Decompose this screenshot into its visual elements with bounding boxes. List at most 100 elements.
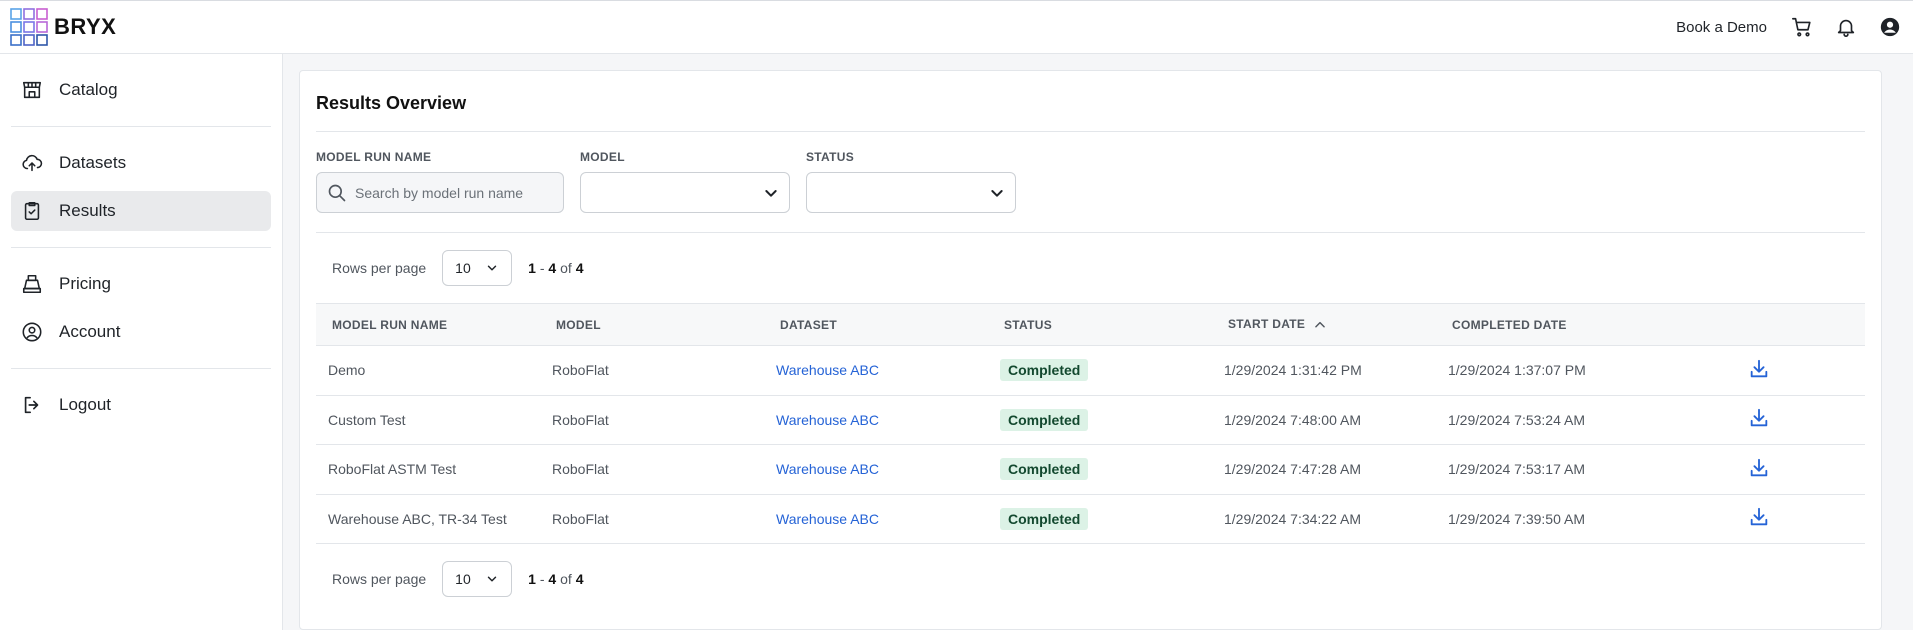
brand[interactable]: BRYX: [10, 8, 116, 46]
status-badge: Completed: [1000, 359, 1089, 382]
column-header-status[interactable]: STATUS: [988, 304, 1212, 346]
search-icon: [328, 184, 346, 201]
filter-model: MODEL: [580, 150, 790, 232]
status-badge: Completed: [1000, 507, 1089, 530]
cell-model: RoboFlat: [552, 461, 609, 478]
top-header: BRYX Book a Demo: [0, 0, 1913, 54]
table-header-row: MODEL RUN NAME MODEL DATASET STATUS STAR…: [316, 303, 1865, 346]
cell-model: RoboFlat: [552, 411, 609, 428]
dataset-link[interactable]: Warehouse ABC: [764, 445, 988, 495]
search-box[interactable]: [316, 172, 564, 213]
sidebar-divider: [11, 247, 271, 248]
filter-model-run-name: MODEL RUN NAME: [316, 150, 564, 232]
bryx-logo-icon: [10, 8, 48, 46]
filter-label: MODEL: [580, 150, 625, 164]
user-circle-icon: [22, 322, 42, 342]
cash-register-icon: [22, 274, 42, 294]
sidebar-item-pricing[interactable]: Pricing: [11, 264, 271, 304]
download-icon: [1750, 458, 1768, 476]
download-icon: [1750, 508, 1768, 526]
filter-label: MODEL RUN NAME: [316, 150, 432, 164]
download-button[interactable]: [1748, 407, 1770, 429]
filter-status: STATUS: [806, 150, 1016, 232]
column-header-model[interactable]: MODEL: [540, 304, 764, 346]
sidebar-item-catalog[interactable]: Catalog: [11, 70, 271, 110]
dataset-link[interactable]: Warehouse ABC: [764, 395, 988, 445]
brand-name: BRYX: [54, 14, 117, 39]
rows-per-page-select[interactable]: 10: [442, 250, 513, 286]
download-button[interactable]: [1748, 506, 1770, 528]
cell-status: Completed: [988, 395, 1212, 445]
cell-start-date: 1/29/2024 7:48:00 AM: [1224, 411, 1361, 428]
cell-model: RoboFlat: [552, 362, 609, 379]
book-demo-link[interactable]: Book a Demo: [1676, 19, 1767, 36]
filter-bar: MODEL RUN NAME MODEL STATUS: [316, 132, 1865, 232]
download-icon: [1750, 409, 1768, 427]
rows-per-page-value: 10: [455, 571, 471, 587]
range-sep: -: [539, 260, 545, 276]
pagination-bottom: Rows per page 10 1 - 4 of 4: [316, 544, 1865, 614]
sidebar-item-label: Results: [59, 201, 116, 220]
page-title: Results Overview: [316, 93, 467, 113]
column-header-model-run-name[interactable]: MODEL RUN NAME: [316, 304, 540, 346]
range-sep: -: [539, 571, 545, 587]
table-row: Warehouse ABC, TR-34 Test RoboFlat Wareh…: [316, 494, 1865, 544]
user-circle-icon[interactable]: [1879, 16, 1901, 38]
cell-model-run-name: Custom Test: [328, 411, 406, 428]
results-table: MODEL RUN NAME MODEL DATASET STATUS STAR…: [316, 303, 1865, 544]
cell-actions: [1736, 395, 1865, 445]
cell-completed-date: 1/29/2024 7:53:24 AM: [1448, 411, 1585, 428]
results-card: Results Overview MODEL RUN NAME MODEL ST…: [299, 70, 1882, 630]
logout-icon: [24, 396, 39, 414]
download-button[interactable]: [1748, 358, 1770, 380]
dataset-link[interactable]: Warehouse ABC: [764, 346, 988, 396]
sidebar-divider: [11, 126, 271, 127]
search-input[interactable]: [355, 184, 553, 201]
cart-icon[interactable]: [1791, 16, 1813, 38]
page-range: 1 - 4 of 4: [528, 571, 583, 587]
range-of: of: [560, 571, 572, 587]
sidebar-item-logout[interactable]: Logout: [11, 385, 271, 425]
cell-start-date: 1/29/2024 1:31:42 PM: [1224, 362, 1362, 379]
status-select[interactable]: [806, 172, 1016, 213]
model-select[interactable]: [580, 172, 790, 213]
chevron-down-icon: [487, 265, 497, 271]
sidebar-item-label: Logout: [59, 395, 111, 414]
sidebar-item-label: Catalog: [59, 80, 118, 99]
cell-completed-date: 1/29/2024 1:37:07 PM: [1448, 362, 1586, 379]
cell-actions: [1736, 494, 1865, 544]
range-end: 4: [548, 571, 557, 587]
cell-model-run-name: Warehouse ABC, TR-34 Test: [328, 510, 507, 527]
sidebar-item-account[interactable]: Account: [11, 312, 271, 352]
cloud-upload-icon: [22, 154, 43, 172]
column-header-completed-date[interactable]: COMPLETED DATE: [1436, 304, 1736, 346]
cell-completed-date: 1/29/2024 7:53:17 AM: [1448, 461, 1585, 478]
sort-ascending-icon[interactable]: [1313, 318, 1327, 332]
range-total: 4: [575, 260, 584, 276]
page-range: 1 - 4 of 4: [528, 260, 583, 276]
cell-start-date: 1/29/2024 7:47:28 AM: [1224, 461, 1361, 478]
column-header-actions: [1736, 304, 1865, 346]
chevron-down-icon: [991, 189, 1003, 197]
sidebar-item-results[interactable]: Results: [11, 191, 271, 231]
rows-per-page-label: Rows per page: [332, 571, 427, 587]
column-header-dataset[interactable]: DATASET: [764, 304, 988, 346]
bell-icon[interactable]: [1835, 16, 1857, 38]
rows-per-page-label: Rows per page: [332, 260, 427, 276]
dataset-link[interactable]: Warehouse ABC: [764, 494, 988, 544]
sidebar-divider: [11, 368, 271, 369]
download-button[interactable]: [1748, 457, 1770, 479]
filter-label: STATUS: [806, 150, 855, 164]
chevron-down-icon: [765, 189, 777, 197]
range-end: 4: [548, 260, 557, 276]
column-header-label: START DATE: [1228, 317, 1306, 332]
column-header-start-date[interactable]: START DATE: [1212, 304, 1436, 346]
sidebar-item-datasets[interactable]: Datasets: [11, 143, 271, 183]
range-start: 1: [528, 571, 536, 587]
cell-status: Completed: [988, 445, 1212, 495]
rows-per-page-value: 10: [455, 260, 471, 276]
range-start: 1: [528, 260, 536, 276]
rows-per-page-select[interactable]: 10: [442, 561, 513, 597]
